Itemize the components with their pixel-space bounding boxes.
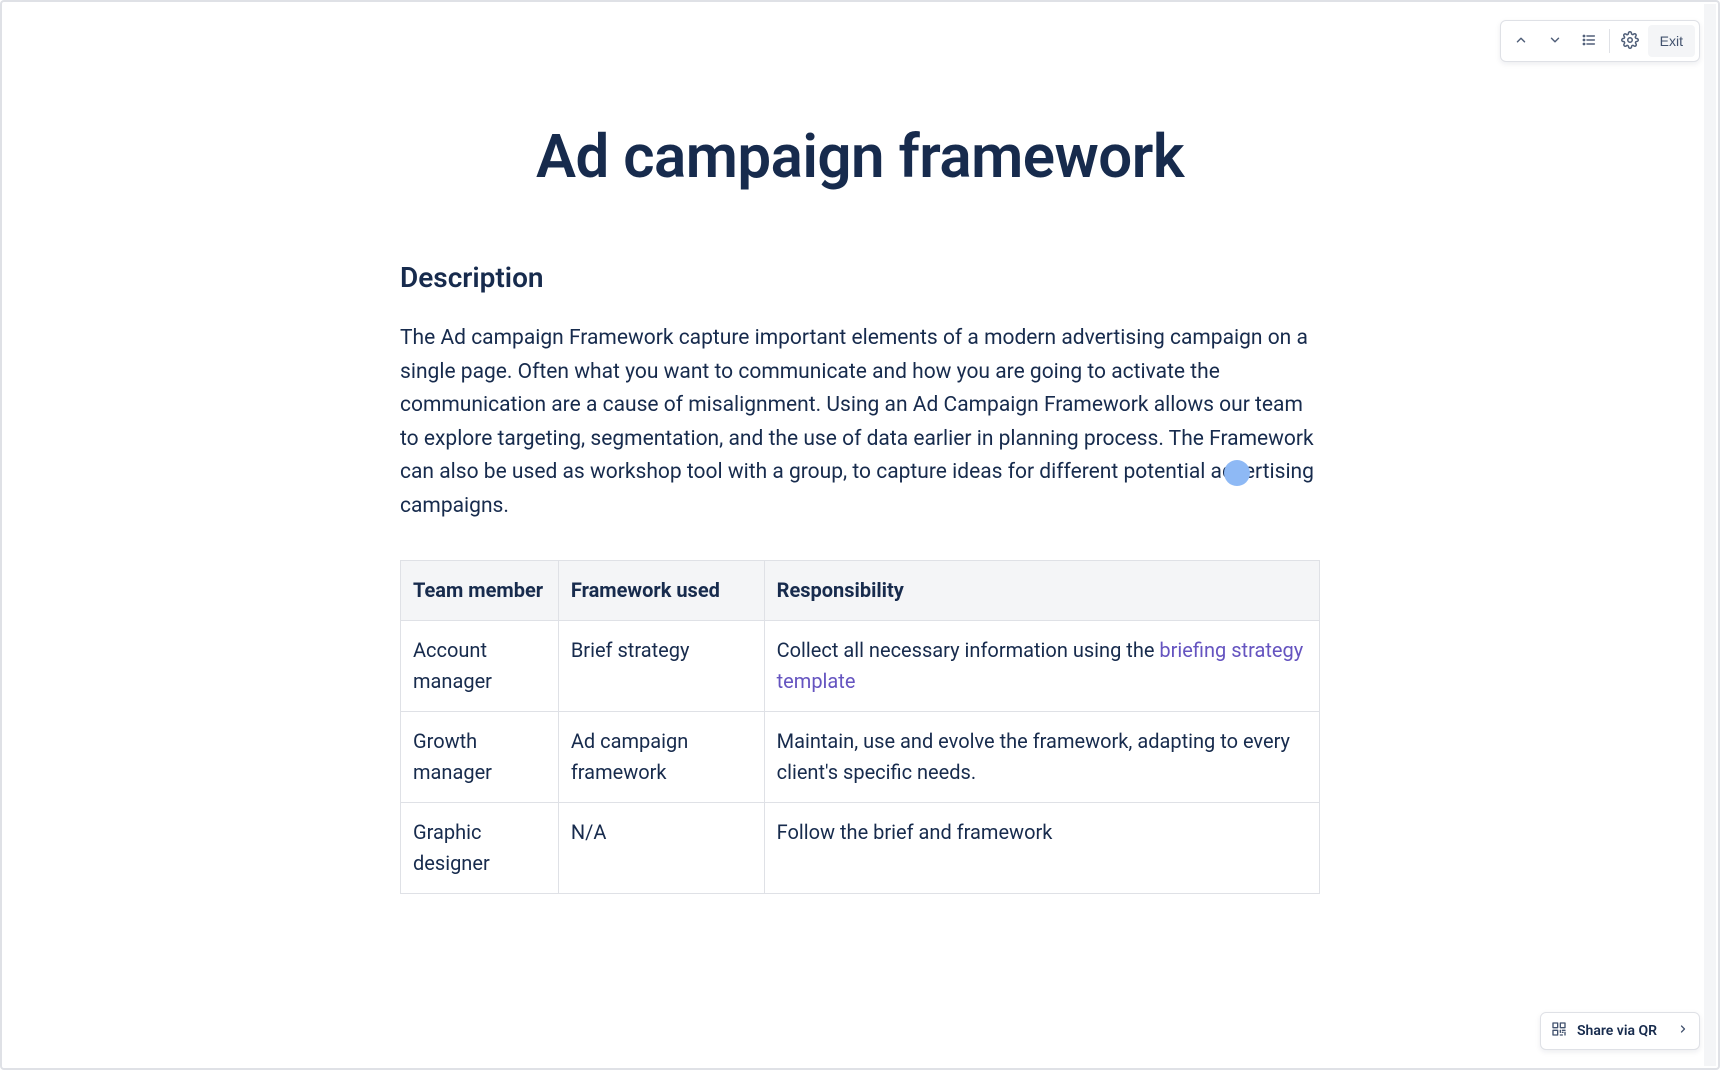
share-label: Share via QR [1577,1023,1657,1039]
gear-icon [1621,31,1639,52]
next-button[interactable] [1539,25,1571,57]
chevron-right-icon [1677,1023,1689,1039]
cell-responsibility: Collect all necessary information using … [764,620,1319,711]
cell-member: Growth manager [401,711,559,802]
presentation-frame: Ad campaign framework Description The Ad… [0,0,1720,1070]
framework-table: Team member Framework used Responsibilit… [400,560,1320,894]
table-header-framework: Framework used [558,560,764,620]
cursor-indicator [1224,460,1250,486]
outline-button[interactable] [1573,25,1605,57]
content: Ad campaign framework Description The Ad… [390,2,1330,934]
chevron-up-icon [1514,33,1528,50]
cell-member: Account manager [401,620,559,711]
responsibility-text: Collect all necessary information using … [777,638,1160,662]
cell-responsibility: Maintain, use and evolve the framework, … [764,711,1319,802]
description-body: The Ad campaign Framework capture import… [400,322,1320,524]
page-title: Ad campaign framework [400,122,1320,191]
exit-button[interactable]: Exit [1648,25,1695,57]
settings-button[interactable] [1614,25,1646,57]
description-heading: Description [400,261,1320,294]
toolbar-divider [1609,29,1610,53]
cell-responsibility: Follow the brief and framework [764,802,1319,893]
table-row: Account manager Brief strategy Collect a… [401,620,1320,711]
scrollbar[interactable] [1704,4,1716,1066]
list-icon [1581,32,1597,51]
presentation-toolbar: Exit [1500,20,1700,62]
table-row: Graphic designer N/A Follow the brief an… [401,802,1320,893]
prev-button[interactable] [1505,25,1537,57]
content-scroll[interactable]: Ad campaign framework Description The Ad… [2,2,1718,1068]
share-qr-button[interactable]: Share via QR [1540,1012,1700,1050]
table-header-row: Team member Framework used Responsibilit… [401,560,1320,620]
table-header-responsibility: Responsibility [764,560,1319,620]
cell-member: Graphic designer [401,802,559,893]
cell-framework: Ad campaign framework [558,711,764,802]
cell-framework: N/A [558,802,764,893]
table-header-member: Team member [401,560,559,620]
table-row: Growth manager Ad campaign framework Mai… [401,711,1320,802]
chevron-down-icon [1548,33,1562,50]
qr-icon [1551,1021,1567,1041]
cell-framework: Brief strategy [558,620,764,711]
